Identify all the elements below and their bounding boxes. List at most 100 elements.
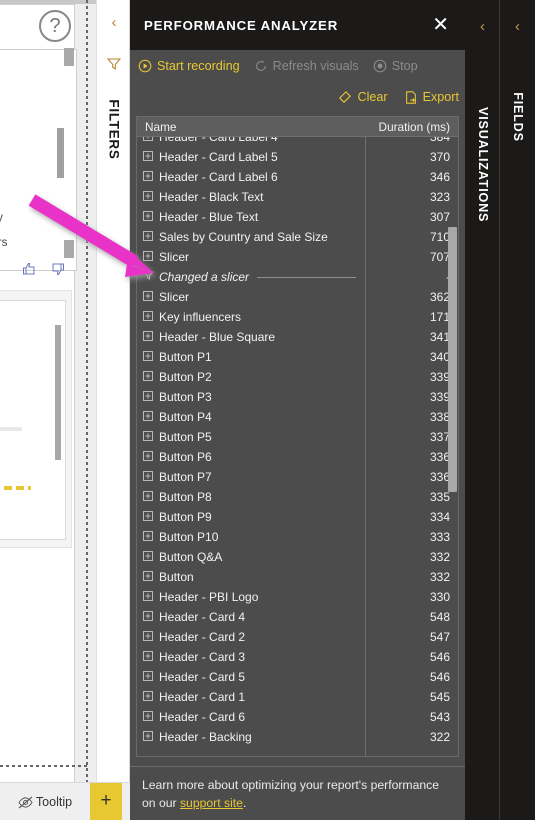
filters-expand-chevron-icon[interactable]: ‹ [97,14,131,31]
log-visual-row[interactable]: Header - Card Label 4 384 [137,137,458,147]
log-visual-row[interactable]: Button P7 336 [137,467,458,487]
log-visual-row[interactable]: Header - Backing 322 [137,727,458,747]
stop-button[interactable]: Stop [373,59,418,73]
log-visual-row[interactable]: Button P2 339 [137,367,458,387]
visual-corner-handle-bottom[interactable] [64,240,74,258]
visual-scrollbar-top[interactable] [57,128,64,178]
fields-pane-collapsed[interactable]: ‹ FIELDS [500,0,535,820]
expand-row-icon[interactable] [137,590,159,604]
expand-row-icon[interactable] [137,330,159,344]
visual-scrollbar-bottom[interactable] [55,325,61,460]
filters-pane-collapsed[interactable]: ‹ FILTERS [96,0,130,782]
log-row-duration: 332 [429,550,450,564]
add-page-button[interactable]: + [90,783,122,820]
expand-row-icon[interactable] [137,670,159,684]
report-visual-card-top[interactable] [0,49,77,271]
expand-row-icon[interactable] [137,530,159,544]
expand-row-icon[interactable] [137,370,159,384]
log-visual-row[interactable]: Header - Blue Square 341 [137,327,458,347]
expand-row-icon[interactable] [137,470,159,484]
expand-row-icon[interactable] [137,610,159,624]
play-circle-icon [138,59,152,73]
log-row-duration: 546 [429,670,450,684]
log-visual-row[interactable]: Button P5 337 [137,427,458,447]
log-row-name: Header - Card 5 [159,670,246,684]
log-visual-row[interactable]: Button P4 338 [137,407,458,427]
log-visual-row[interactable]: Button 332 [137,567,458,587]
column-header-name[interactable]: Name [137,117,366,136]
visual-corner-handle-top[interactable] [64,48,74,66]
visualizations-expand-chevron-icon[interactable]: ‹ [465,18,500,35]
log-visual-row[interactable]: Header - Card 4 548 [137,607,458,627]
log-visual-row[interactable]: Header - PBI Logo 330 [137,587,458,607]
screen: ? orks aders ideo ompany mporters [0,0,535,820]
expand-row-icon[interactable] [137,630,159,644]
close-icon[interactable]: ✕ [428,13,453,37]
log-visual-row[interactable]: Header - Card 6 543 [137,707,458,727]
expand-row-icon[interactable] [137,390,159,404]
canvas-guide-vertical [86,0,88,800]
expand-row-icon[interactable] [137,550,159,564]
log-visual-row[interactable]: Key influencers 171 [137,307,458,327]
log-visual-row[interactable]: Button P6 336 [137,447,458,467]
expand-row-icon[interactable] [137,510,159,524]
column-header-duration[interactable]: Duration (ms) [366,117,458,136]
expand-row-icon[interactable] [137,450,159,464]
expand-row-icon[interactable] [137,230,159,244]
expand-row-icon[interactable] [137,190,159,204]
log-visual-row[interactable]: Header - Black Text 323 [137,187,458,207]
log-visual-row[interactable]: Button Q&A 332 [137,547,458,567]
visualizations-pane-collapsed[interactable]: ‹ VISUALIZATIONS [465,0,500,820]
expand-row-icon[interactable] [137,650,159,664]
log-visual-row[interactable]: Button P8 335 [137,487,458,507]
log-visual-row[interactable]: Slicer 707 [137,247,458,267]
clear-button[interactable]: Clear [337,90,388,105]
log-visual-row[interactable]: Header - Card 2 547 [137,627,458,647]
expand-row-icon[interactable] [137,710,159,724]
log-visual-row[interactable]: Button P10 333 [137,527,458,547]
log-visual-row[interactable]: Slicer 362 [137,287,458,307]
expand-row-icon[interactable] [137,150,159,164]
filter-funnel-icon[interactable] [137,270,159,284]
expand-row-icon[interactable] [137,410,159,424]
expand-row-icon[interactable] [137,570,159,584]
expand-row-icon[interactable] [137,350,159,364]
log-row-duration: 323 [429,190,450,204]
start-recording-button[interactable]: Start recording [138,59,240,73]
log-visual-row[interactable]: Button P3 339 [137,387,458,407]
feedback-buttons[interactable] [22,261,72,282]
log-visual-row[interactable]: Button P1 340 [137,347,458,367]
performance-analyzer-titlebar: PERFORMANCE ANALYZER ✕ [130,0,465,50]
expand-row-icon[interactable] [137,170,159,184]
export-document-icon [405,90,416,104]
log-visual-row[interactable]: Sales by Country and Sale Size 710 [137,227,458,247]
expand-row-icon[interactable] [137,690,159,704]
expand-row-icon[interactable] [137,310,159,324]
log-row-name: Changed a slicer [159,270,366,284]
expand-row-icon[interactable] [137,490,159,504]
expand-row-icon[interactable] [137,290,159,304]
log-row-name: Button Q&A [159,550,223,564]
expand-row-icon[interactable] [137,137,159,144]
log-visual-row[interactable]: Header - Card Label 5 370 [137,147,458,167]
expand-row-icon[interactable] [137,210,159,224]
log-visual-row[interactable]: Button P9 334 [137,507,458,527]
export-button[interactable]: Export [404,90,459,105]
log-visual-row[interactable]: Header - Blue Text 307 [137,207,458,227]
clear-label: Clear [357,90,388,104]
log-visual-row[interactable]: Header - Card Label 6 346 [137,167,458,187]
log-visual-row[interactable]: Header - Card 5 546 [137,667,458,687]
log-visual-row[interactable]: Header - Card 3 546 [137,647,458,667]
expand-row-icon[interactable] [137,250,159,264]
refresh-icon [255,60,266,71]
expand-row-icon[interactable] [137,730,159,744]
page-tab-tooltip[interactable]: Tooltip [0,783,90,820]
expand-row-icon[interactable] [137,430,159,444]
refresh-visuals-button[interactable]: Refresh visuals [254,59,359,73]
support-site-link[interactable]: support site [180,796,243,810]
grid-vertical-scrollbar[interactable] [448,227,457,492]
log-visual-row[interactable]: Header - Card 1 545 [137,687,458,707]
help-icon[interactable]: ? [39,10,71,42]
fields-expand-chevron-icon[interactable]: ‹ [500,18,535,35]
log-event-row[interactable]: Changed a slicer- [137,267,458,287]
